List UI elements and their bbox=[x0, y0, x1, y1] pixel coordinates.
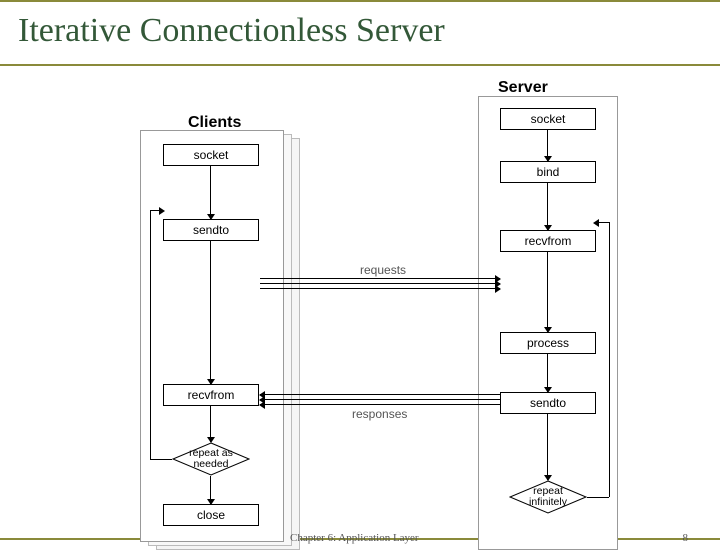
client-recvfrom-box: recvfrom bbox=[163, 384, 259, 406]
responses-label: responses bbox=[352, 407, 407, 421]
server-loop-segment bbox=[609, 222, 610, 497]
arrow-down-icon bbox=[210, 406, 211, 442]
requests-arrows bbox=[260, 278, 500, 290]
slide: Iterative Connectionless Server Clients … bbox=[0, 0, 720, 540]
server-repeat-diamond: repeat infinitely bbox=[509, 480, 587, 514]
client-close-box: close bbox=[163, 504, 259, 526]
diagram: Clients Server socket sendto recvfrom cl… bbox=[110, 82, 630, 502]
arrow-down-icon bbox=[547, 414, 548, 480]
server-diamond-line2: infinitely bbox=[529, 496, 567, 508]
arrow-down-icon bbox=[547, 183, 548, 230]
client-socket-box: socket bbox=[163, 144, 259, 166]
client-diamond-line2: needed bbox=[193, 458, 228, 470]
arrow-down-icon bbox=[547, 354, 548, 392]
server-socket-box: socket bbox=[500, 108, 596, 130]
title-bar: Iterative Connectionless Server bbox=[0, 2, 720, 66]
arrow-down-icon bbox=[547, 252, 548, 332]
arrow-left-icon bbox=[593, 219, 599, 227]
client-sendto-box: sendto bbox=[163, 219, 259, 241]
slide-title: Iterative Connectionless Server bbox=[18, 12, 702, 50]
server-header: Server bbox=[498, 79, 548, 97]
responses-arrows bbox=[260, 394, 500, 406]
arrow-down-icon bbox=[210, 166, 211, 219]
server-process-box: process bbox=[500, 332, 596, 354]
client-loop-segment bbox=[150, 459, 172, 460]
arrow-down-icon bbox=[210, 241, 211, 384]
arrow-right-icon bbox=[159, 207, 165, 215]
client-loop-segment bbox=[150, 210, 151, 459]
client-repeat-diamond: repeat as needed bbox=[172, 442, 250, 476]
requests-label: requests bbox=[360, 263, 406, 277]
server-bind-box: bind bbox=[500, 161, 596, 183]
footer-page: 8 bbox=[683, 532, 689, 544]
server-recvfrom-box: recvfrom bbox=[500, 230, 596, 252]
arrow-down-icon bbox=[547, 130, 548, 161]
arrow-down-icon bbox=[210, 476, 211, 504]
footer-chapter: Chapter 6: Application Layer bbox=[290, 532, 419, 544]
client-stack-front bbox=[140, 130, 284, 542]
server-loop-segment bbox=[587, 497, 609, 498]
server-sendto-box: sendto bbox=[500, 392, 596, 414]
